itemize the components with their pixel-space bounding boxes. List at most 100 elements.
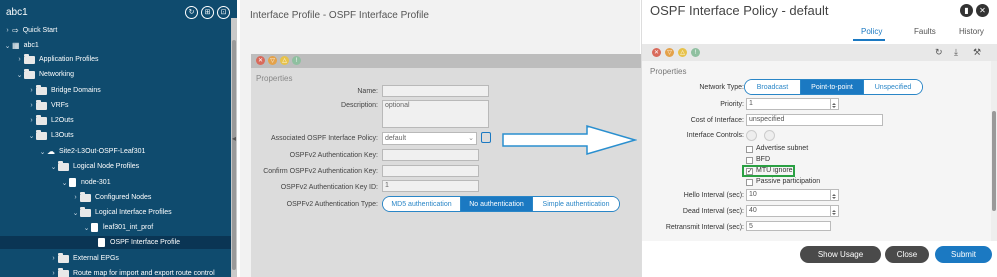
warning-fault-icon[interactable]: ! (292, 56, 301, 65)
tree-item-ospf-interface-profile[interactable]: OSPF Interface Profile (0, 236, 233, 249)
chevron-down-icon[interactable]: ⌄ (71, 209, 80, 217)
select-all-icon[interactable] (746, 130, 757, 141)
policy-label: Associated OSPF Interface Policy: (271, 135, 378, 142)
chevron-down-icon[interactable]: ⌄ (15, 71, 24, 79)
major-fault-icon[interactable]: ▽ (268, 56, 277, 65)
advertise-subnet-checkbox[interactable] (746, 146, 753, 153)
auth-type-none[interactable]: No authentication (461, 197, 533, 211)
chevron-down-icon[interactable]: ⌄ (49, 163, 58, 171)
tree-item-quick-start[interactable]: › ⇨ Quick Start (3, 24, 57, 37)
tree-item-label: Logical Interface Profiles (95, 209, 172, 216)
network-type-broadcast[interactable]: Broadcast (745, 80, 801, 94)
policy-select[interactable]: default ⌄ (382, 132, 477, 145)
tree-item-label: External EPGs (73, 255, 119, 262)
chevron-down-icon[interactable]: ⌄ (60, 179, 69, 187)
chevron-down-icon[interactable]: ⌄ (468, 133, 474, 144)
tools-icon[interactable]: ⚒ (973, 47, 981, 58)
toolbar: ✕ ▽ △ ! (251, 54, 649, 68)
folder-icon (36, 129, 47, 140)
quick-start-icon: ⇨ (12, 26, 19, 35)
tree-item-logical-interface-profiles[interactable]: ⌄ Logical Interface Profiles (71, 206, 172, 219)
hello-interval-field[interactable]: 10 (746, 189, 831, 201)
name-field[interactable] (382, 85, 489, 97)
interface-controls-label: Interface Controls: (686, 132, 744, 139)
tree-item-application-profiles[interactable]: › Application Profiles (15, 53, 99, 66)
folder-icon (80, 191, 91, 202)
tree-item-vrfs[interactable]: › VRFs (27, 99, 69, 112)
sidebar-scrollbar[interactable] (231, 18, 237, 277)
active-tab-indicator (853, 39, 885, 41)
tree-item-route-map[interactable]: › Route map for import and export route … (49, 267, 215, 277)
scrollbar-thumb[interactable] (992, 111, 996, 211)
action-menu-icon[interactable]: ⊞ (201, 6, 214, 19)
critical-fault-icon[interactable]: ✕ (652, 48, 661, 57)
retransmit-interval-field[interactable]: 5 (746, 221, 831, 231)
auth-type-selector: MD5 authentication No authentication Sim… (382, 196, 620, 212)
chevron-right-icon[interactable]: › (49, 270, 58, 277)
submit-button[interactable]: Submit (935, 246, 992, 263)
priority-field[interactable]: 1 (746, 98, 831, 110)
tab-policy[interactable]: Policy (861, 27, 882, 36)
tab-history[interactable]: History (959, 27, 984, 36)
passive-participation-checkbox[interactable] (746, 179, 753, 186)
chevron-down-icon[interactable]: ⌄ (27, 132, 36, 140)
folder-icon (58, 252, 69, 263)
tree-item-node-301[interactable]: ⌄ node-301 (60, 176, 111, 189)
download-icon[interactable]: ⤓ (954, 47, 958, 58)
tree-item-networking[interactable]: ⌄ Networking (15, 68, 74, 81)
bfd-checkbox[interactable] (746, 157, 753, 164)
major-fault-icon[interactable]: ▽ (665, 48, 674, 57)
open-policy-icon[interactable] (481, 132, 491, 143)
chevron-down-icon[interactable]: ⌄ (38, 148, 47, 156)
chevron-right-icon[interactable]: › (27, 117, 36, 124)
policy-select-value: default (385, 135, 407, 142)
chevron-right-icon[interactable]: › (27, 87, 36, 94)
chevron-right-icon[interactable]: › (3, 27, 12, 34)
tree-item-l3out-site2[interactable]: ⌄ ☁ Site2-L3Out-OSPF-Leaf301 (38, 145, 146, 158)
refresh-icon[interactable]: ↻ (935, 47, 943, 58)
key-id-field[interactable]: 1 (382, 180, 479, 192)
cost-field[interactable]: unspecified (746, 114, 883, 126)
warning-fault-icon[interactable]: ! (691, 48, 700, 57)
chevron-right-icon[interactable]: › (27, 102, 36, 109)
chevron-right-icon[interactable]: › (49, 255, 58, 262)
chevron-right-icon[interactable]: › (71, 194, 80, 201)
tree-item-external-epgs[interactable]: › External EPGs (49, 252, 119, 265)
tree-item-label: Quick Start (22, 27, 58, 34)
show-usage-button[interactable]: Show Usage (800, 246, 881, 263)
auth-key-field[interactable] (382, 149, 479, 161)
auth-type-md5[interactable]: MD5 authentication (383, 197, 461, 211)
description-field[interactable]: optional (382, 100, 489, 128)
bookmark-icon[interactable]: ▮ (960, 4, 973, 17)
minor-fault-icon[interactable]: △ (280, 56, 289, 65)
folder-icon (80, 206, 91, 217)
tree-item-bridge-domains[interactable]: › Bridge Domains (27, 84, 101, 97)
tree-item-logical-node-profiles[interactable]: ⌄ Logical Node Profiles (49, 160, 139, 173)
dead-interval-stepper[interactable] (831, 205, 839, 217)
confirm-key-field[interactable] (382, 165, 479, 177)
clear-all-icon[interactable] (764, 130, 775, 141)
network-type-unspecified[interactable]: Unspecified (864, 80, 922, 94)
chevron-right-icon[interactable]: › (15, 56, 24, 63)
close-icon[interactable]: ✕ (976, 4, 989, 17)
tree-item-leaf301-int-prof[interactable]: ⌄ leaf301_int_prof (82, 221, 153, 234)
tree-item-configured-nodes[interactable]: › Configured Nodes (71, 191, 151, 204)
chevron-down-icon[interactable]: ⌄ (82, 224, 91, 232)
network-type-p2p[interactable]: Point-to-point (801, 80, 864, 94)
tree-item-l3outs[interactable]: ⌄ L3Outs (27, 129, 74, 142)
minor-fault-icon[interactable]: △ (678, 48, 687, 57)
tab-faults[interactable]: Faults (914, 27, 936, 36)
close-button[interactable]: Close (885, 246, 929, 263)
settings-icon[interactable]: ⊡ (217, 6, 230, 19)
tree-item-tenant[interactable]: ⌄ ▦ abc1 (3, 39, 39, 52)
chevron-down-icon[interactable]: ⌄ (3, 42, 12, 50)
critical-fault-icon[interactable]: ✕ (256, 56, 265, 65)
description-label: Description: (341, 102, 378, 109)
dead-interval-field[interactable]: 40 (746, 205, 831, 217)
dialog-toolbar: ✕ ▽ △ ! ↻ ⤓ ⚒ (642, 44, 997, 61)
priority-stepper[interactable] (831, 98, 839, 110)
tree-item-l2outs[interactable]: › L2Outs (27, 114, 74, 127)
refresh-icon[interactable]: ↻ (185, 6, 198, 19)
dialog-scrollbar[interactable] (991, 61, 997, 241)
hello-interval-stepper[interactable] (831, 189, 839, 201)
